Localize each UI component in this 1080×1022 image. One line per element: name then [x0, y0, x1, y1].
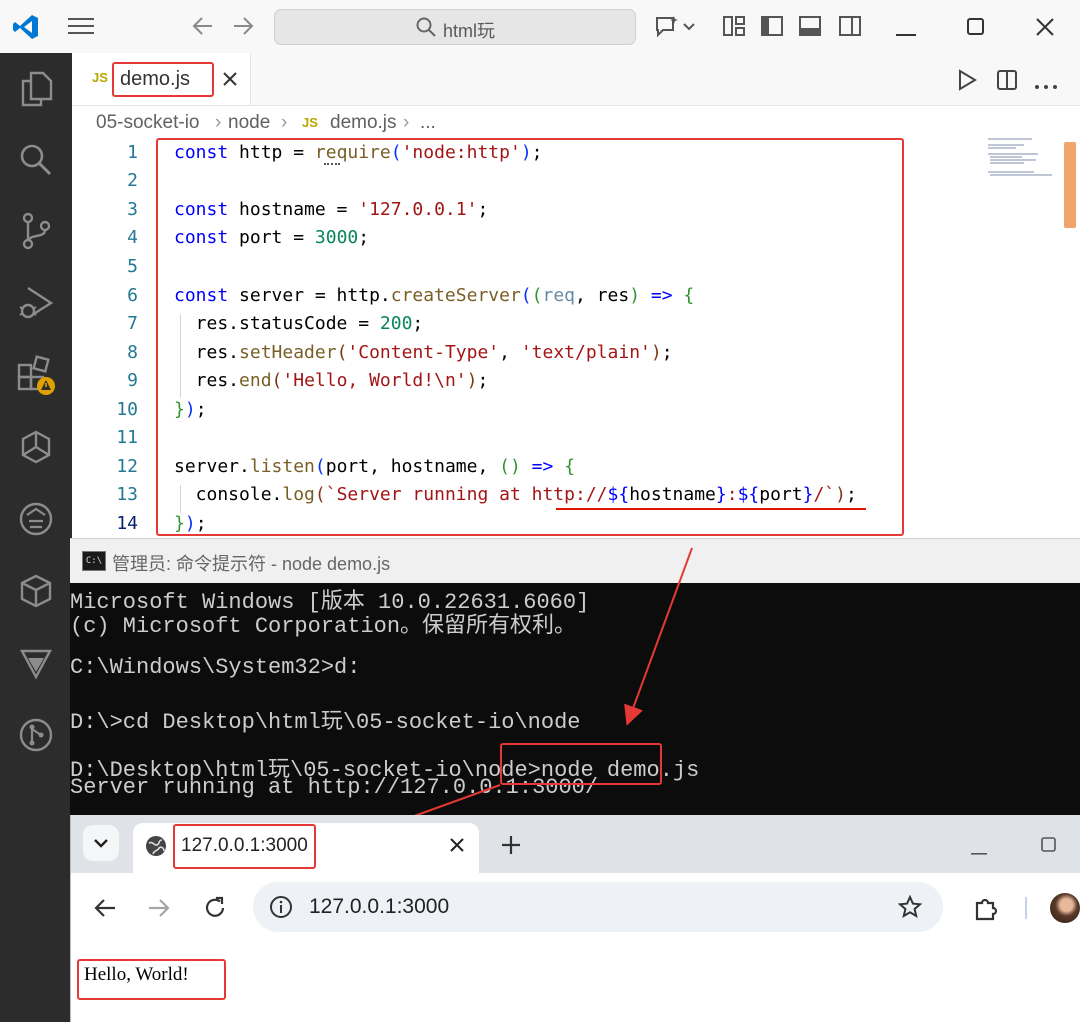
line-number: 13 — [116, 484, 138, 505]
minimap-line — [990, 174, 1052, 176]
run-debug-icon[interactable] — [16, 283, 56, 323]
extensions-puzzle-icon[interactable] — [973, 895, 999, 926]
vscode-logo-icon — [12, 13, 40, 46]
tab-highlight-box — [112, 62, 214, 97]
line-number: 9 — [127, 370, 138, 391]
site-info-icon[interactable] — [269, 895, 293, 924]
reload-icon[interactable] — [203, 896, 227, 925]
activity-bar — [0, 53, 72, 1022]
line-number: 7 — [127, 313, 138, 334]
minimap-line — [990, 156, 1022, 158]
line-number: 4 — [127, 227, 138, 248]
line-number: 5 — [127, 256, 138, 277]
menu-icon[interactable] — [68, 16, 94, 41]
run-file-icon[interactable] — [956, 69, 978, 96]
browser-toolbar: 127.0.0.1:3000 — [71, 873, 1080, 944]
new-tab-plus-icon[interactable] — [501, 835, 521, 860]
tab-search-button[interactable] — [83, 825, 119, 861]
breadcrumb-symbol[interactable]: ... — [420, 112, 436, 134]
extensions-icon[interactable] — [16, 355, 56, 395]
address-bar[interactable]: 127.0.0.1:3000 — [253, 882, 943, 932]
testing-icon[interactable] — [16, 643, 56, 683]
minimap-line — [988, 144, 1024, 146]
cmd-titlebar: C:\ 管理员: 命令提示符 - node demo.js — [70, 538, 1080, 583]
scrollbar-thumb[interactable] — [1064, 142, 1076, 228]
line-number: 11 — [116, 427, 138, 448]
line-number-current: 14 — [116, 513, 138, 534]
toggle-secondary-sidebar-icon[interactable] — [838, 15, 862, 42]
line-number: 6 — [127, 285, 138, 306]
remote-explorer-icon[interactable] — [16, 427, 56, 467]
toggle-primary-sidebar-icon[interactable] — [760, 15, 784, 42]
forward-arrow-icon[interactable] — [230, 14, 256, 43]
accounts-icon[interactable] — [16, 499, 56, 539]
editor-tab-bar: JS demo.js — [72, 53, 1080, 106]
close-tab-icon[interactable] — [221, 70, 239, 93]
js-file-icon: JS — [302, 115, 318, 130]
split-editor-icon[interactable] — [996, 69, 1018, 96]
copilot-chat-icon[interactable] — [654, 14, 696, 43]
code-highlight-box — [156, 138, 904, 536]
cmd-title: 管理员: 命令提示符 - node demo.js — [112, 554, 391, 574]
close-tab-icon[interactable] — [449, 837, 465, 858]
cmd-app-icon: C:\ — [82, 551, 106, 571]
search-text: html玩 — [443, 21, 496, 41]
breadcrumb-separator-icon: › — [215, 112, 222, 133]
explorer-icon[interactable] — [16, 69, 56, 109]
bookmark-star-icon[interactable] — [897, 894, 923, 924]
globe-icon — [145, 835, 167, 862]
output-highlight-box — [77, 959, 226, 1000]
line-number: 2 — [127, 170, 138, 191]
minimap-line — [988, 171, 1034, 173]
maximize-icon[interactable] — [966, 17, 986, 42]
breadcrumb-folder-socket-io[interactable]: 05-socket-io — [96, 112, 200, 134]
minimap-line — [988, 153, 1038, 155]
line-number: 10 — [116, 399, 138, 420]
more-actions-icon[interactable] — [1034, 77, 1058, 95]
git-graph-icon[interactable] — [16, 715, 56, 755]
command-highlight-box — [500, 743, 662, 785]
minimap[interactable] — [982, 138, 1058, 538]
source-control-icon[interactable] — [16, 211, 56, 251]
breadcrumb-file-demo-js[interactable]: demo.js — [330, 112, 397, 134]
minimap-line — [988, 147, 1016, 149]
browser-minimize-icon[interactable] — [971, 843, 989, 861]
minimap-line — [990, 162, 1024, 164]
chevron-down-icon — [94, 839, 108, 848]
back-arrow-icon[interactable] — [190, 14, 216, 43]
avatar[interactable] — [1050, 893, 1080, 923]
cmd-line: (c) Microsoft Corporation。保留所有权利。 — [70, 614, 577, 639]
toggle-panel-icon[interactable] — [798, 15, 822, 42]
vscode-titlebar: html玩 — [0, 0, 1080, 53]
breadcrumb-separator-icon: › — [281, 112, 288, 133]
minimize-icon[interactable] — [896, 25, 918, 43]
close-window-icon[interactable] — [1034, 16, 1056, 43]
package-icon[interactable] — [16, 571, 56, 611]
command-center-search[interactable]: html玩 — [274, 9, 636, 45]
minimap-line — [990, 159, 1036, 161]
cmd-line: C:\Windows\System32>d: — [70, 655, 361, 680]
browser-tab-highlight-box — [173, 824, 316, 869]
line-number: 1 — [127, 142, 138, 163]
cmd-line: D:\>cd Desktop\html玩\05-socket-io\node — [70, 710, 581, 735]
breadcrumb-separator-icon: › — [403, 112, 410, 133]
breadcrumb: 05-socket-io › node › JS demo.js › ... — [72, 106, 1080, 138]
search-sidebar-icon[interactable] — [16, 140, 56, 180]
line-number: 3 — [127, 199, 138, 220]
address-text: 127.0.0.1:3000 — [309, 895, 450, 918]
line-number: 8 — [127, 342, 138, 363]
browser-maximize-icon[interactable] — [1041, 837, 1057, 858]
js-file-icon: JS — [92, 70, 108, 85]
forward-arrow-icon[interactable] — [147, 897, 171, 924]
back-arrow-icon[interactable] — [93, 897, 117, 924]
customize-layout-icon[interactable] — [722, 15, 746, 42]
minimap-line — [988, 138, 1032, 140]
search-icon — [415, 16, 437, 43]
line-number: 12 — [116, 456, 138, 477]
toolbar-divider — [1025, 897, 1027, 919]
breadcrumb-folder-node[interactable]: node — [228, 112, 270, 134]
